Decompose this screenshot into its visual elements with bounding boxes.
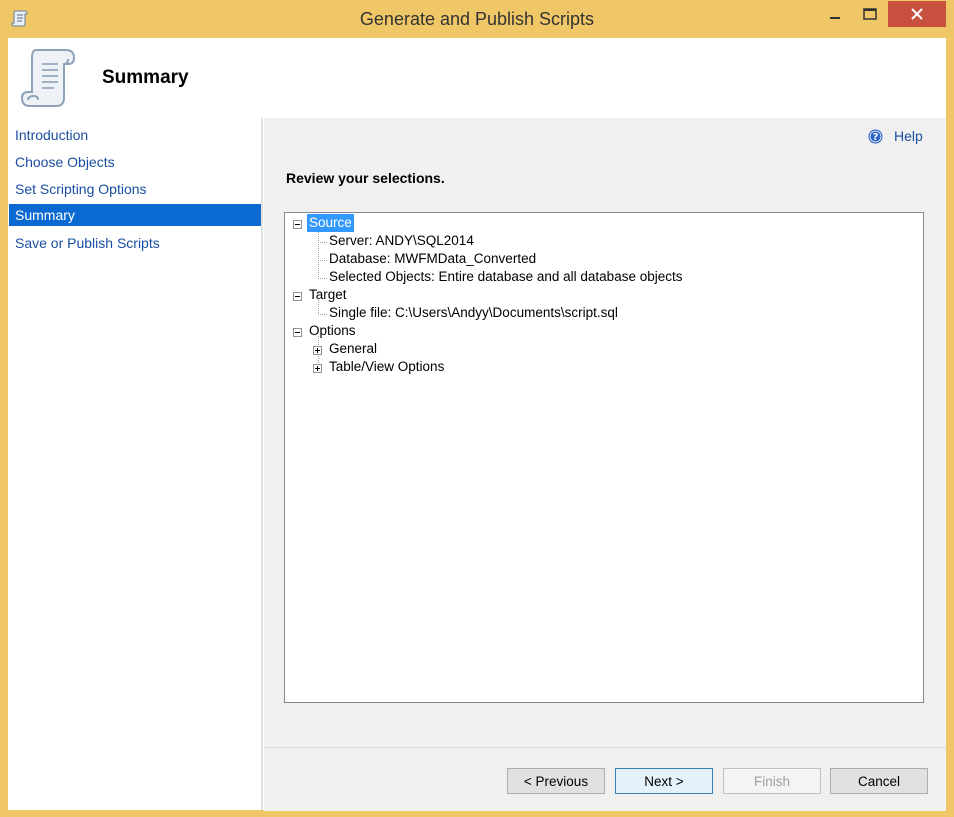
tree-node-server[interactable]: Server: ANDY\SQL2014 [327, 232, 476, 250]
tree-connector [318, 314, 327, 315]
tree-node-selected-objects[interactable]: Selected Objects: Entire database and al… [327, 268, 684, 286]
nav-item-introduction[interactable]: Introduction [9, 124, 261, 146]
expand-table-view-options-icon[interactable] [313, 364, 322, 373]
tree-node-target[interactable]: Target [307, 286, 349, 304]
nav-item-choose-objects[interactable]: Choose Objects [9, 151, 261, 173]
tree-node-table-view-options[interactable]: Table/View Options [327, 358, 446, 376]
nav-item-summary[interactable]: Summary [9, 204, 261, 226]
window-title: Generate and Publish Scripts [359, 9, 595, 29]
nav-item-set-scripting-options[interactable]: Set Scripting Options [9, 178, 261, 200]
close-button[interactable] [888, 1, 946, 27]
wizard-steps-nav: Introduction Choose Objects Set Scriptin… [8, 118, 263, 810]
tree-connector [318, 242, 327, 243]
tree-node-general[interactable]: General [327, 340, 379, 358]
expand-general-icon[interactable] [313, 346, 322, 355]
svg-text:?: ? [873, 132, 879, 143]
cancel-button[interactable]: Cancel [830, 768, 928, 794]
tree-connector [318, 278, 327, 279]
tree-node-database[interactable]: Database: MWFMData_Converted [327, 250, 538, 268]
collapse-source-icon[interactable] [293, 220, 302, 229]
title-bar[interactable]: Generate and Publish Scripts [0, 0, 954, 38]
collapse-target-icon[interactable] [293, 292, 302, 301]
minimize-button[interactable] [818, 1, 852, 27]
help-label: Help [894, 128, 923, 144]
tree-connector [318, 260, 327, 261]
finish-button[interactable]: Finish [723, 768, 821, 794]
nav-item-save-or-publish-scripts[interactable]: Save or Publish Scripts [9, 232, 261, 254]
wizard-client-area: Summary Introduction Choose Objects Set … [8, 38, 946, 811]
collapse-options-icon[interactable] [293, 328, 302, 337]
instruction-text: Review your selections. [286, 170, 445, 186]
minimize-icon [830, 17, 840, 19]
tree-node-single-file[interactable]: Single file: C:\Users\Andyy\Documents\sc… [327, 304, 620, 322]
main-content: ? Help Review your selections. Source Se… [264, 118, 946, 811]
summary-tree[interactable]: Source Server: ANDY\SQL2014 Database: MW… [284, 212, 924, 703]
help-link[interactable]: ? Help [868, 128, 923, 144]
previous-button[interactable]: < Previous [507, 768, 605, 794]
tree-connector [318, 228, 319, 279]
scroll-icon [20, 49, 76, 107]
wizard-window: Generate and Publish Scripts Summary Int… [0, 0, 954, 817]
tree-node-options[interactable]: Options [307, 322, 358, 340]
tree-node-source[interactable]: Source [307, 214, 354, 232]
close-icon [911, 8, 923, 20]
maximize-button[interactable] [853, 1, 887, 27]
page-title: Summary [102, 67, 189, 88]
help-icon: ? [868, 129, 883, 143]
next-button[interactable]: Next > [615, 768, 713, 794]
maximize-icon [863, 8, 877, 20]
button-bar: < Previous Next > Finish Cancel [264, 747, 946, 811]
wizard-header: Summary [8, 38, 946, 118]
